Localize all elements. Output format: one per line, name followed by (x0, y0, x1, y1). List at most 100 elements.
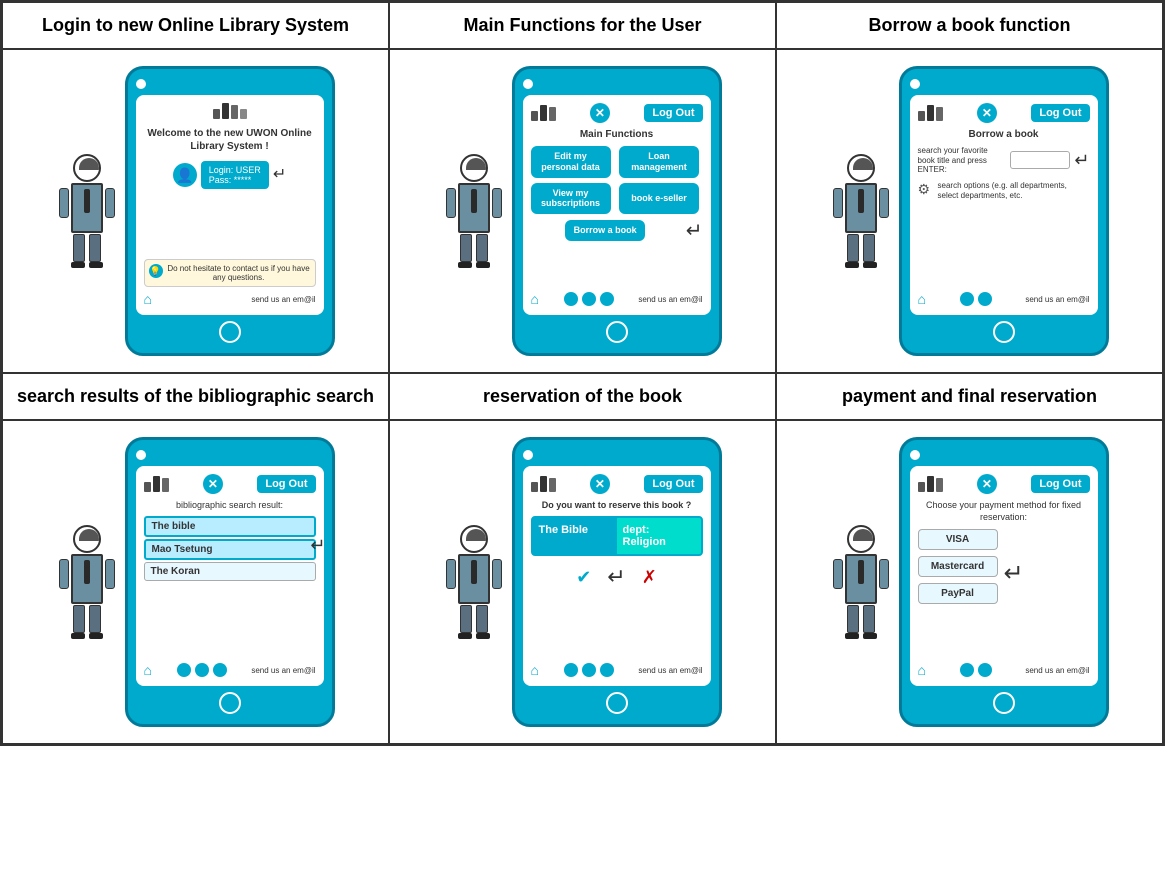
logout-btn-payment[interactable]: Log Out (1031, 475, 1089, 493)
person-main (444, 154, 504, 268)
dot2-reservation[interactable] (582, 663, 596, 677)
close-btn-borrow[interactable]: ✕ (977, 103, 997, 123)
login-input[interactable]: Login: USER Pass: ***** (201, 161, 269, 189)
result-item-0[interactable]: The bible (144, 516, 316, 537)
books-icon-main (531, 105, 556, 121)
cell-borrow-title: Borrow a book function (777, 3, 1162, 50)
person-borrow (831, 154, 891, 268)
person-legs-reservation (460, 605, 488, 633)
main-email[interactable]: send us an em@il (638, 295, 702, 304)
person-arm-right (105, 188, 115, 218)
cursor-search: ↵ (1074, 151, 1089, 169)
close-btn-search[interactable]: ✕ (203, 474, 223, 494)
tablet-home-button-borrow[interactable] (993, 321, 1015, 343)
dot1-main[interactable] (564, 292, 578, 306)
person-head-payment (847, 525, 875, 553)
dot3-reservation[interactable] (600, 663, 614, 677)
login-email[interactable]: send us an em@il (251, 295, 315, 304)
dot1-payment[interactable] (960, 663, 974, 677)
btn-loan-management[interactable]: Loan management (619, 146, 699, 178)
home-icon-search[interactable]: ⌂ (144, 662, 152, 678)
home-icon-reservation[interactable]: ⌂ (531, 662, 539, 678)
home-icon-borrow[interactable]: ⌂ (918, 291, 926, 307)
person-arm-right-payment (879, 559, 889, 589)
btn-view-subscriptions[interactable]: View my subscriptions (531, 183, 611, 215)
result-item-1[interactable]: Mao Tsetung (144, 539, 316, 560)
search-label: search your favorite book title and pres… (918, 146, 1007, 175)
person-head-borrow (847, 154, 875, 182)
cell-reservation: reservation of the book (389, 373, 776, 744)
btn-paypal[interactable]: PayPal (918, 583, 998, 604)
tablet-home-button-login[interactable] (219, 321, 241, 343)
result-item-2[interactable]: The Koran (144, 562, 316, 581)
person-leg-left-reservation (460, 605, 472, 633)
search-box[interactable] (1010, 151, 1070, 169)
btn-borrow-book-main[interactable]: Borrow a book (565, 220, 645, 241)
cursor-payment: ↵ (1004, 559, 1024, 588)
dot2-payment[interactable] (978, 663, 992, 677)
home-icon-payment[interactable]: ⌂ (918, 662, 926, 678)
tablet-home-button-reservation[interactable] (606, 692, 628, 714)
tablet-screen-reservation: ✕ Log Out Do you want to reserve this bo… (523, 466, 711, 686)
dot1-reservation[interactable] (564, 663, 578, 677)
tablet-home-button-payment[interactable] (993, 692, 1015, 714)
tablet-camera (136, 79, 146, 89)
person-arm-left-payment (833, 559, 843, 589)
person-leg-right-search (89, 605, 101, 633)
search-email[interactable]: send us an em@il (251, 666, 315, 675)
close-btn-reservation[interactable]: ✕ (590, 474, 610, 494)
tablet-home-button-main[interactable] (606, 321, 628, 343)
borrow-email[interactable]: send us an em@il (1025, 295, 1089, 304)
close-btn-payment[interactable]: ✕ (977, 474, 997, 494)
person-leg-right-main (476, 234, 488, 262)
person-head (73, 154, 101, 182)
btn-edit-personal[interactable]: Edit my personal data (531, 146, 611, 178)
logout-btn-reservation[interactable]: Log Out (644, 475, 702, 493)
person-arm-left-search (59, 559, 69, 589)
reservation-footer: ⌂ send us an em@il (531, 658, 703, 678)
cell-main-content: ✕ Log Out Main Functions Edit my persona… (390, 50, 775, 372)
dot2-main[interactable] (582, 292, 596, 306)
logout-btn-borrow[interactable]: Log Out (1031, 104, 1089, 122)
person-leg-right-borrow (863, 234, 875, 262)
dot2-search[interactable] (195, 663, 209, 677)
person-arms-reservation (446, 559, 502, 589)
btn-visa[interactable]: VISA (918, 529, 998, 550)
tablet-home-button-search[interactable] (219, 692, 241, 714)
dot3-main[interactable] (600, 292, 614, 306)
books-icon-payment (918, 476, 943, 492)
cancel-icon[interactable]: ✗ (642, 567, 657, 588)
cell-payment: payment and final reservation (776, 373, 1163, 744)
person-arm-left-borrow (833, 188, 843, 218)
tablet-bottom-reservation (606, 692, 628, 714)
tablet-header-payment: ✕ Log Out (918, 474, 1090, 494)
home-icon-login[interactable]: ⌂ (144, 291, 152, 307)
btn-book-eseller[interactable]: book e-seller (619, 183, 699, 215)
person-arms-borrow (833, 188, 889, 218)
close-btn-main[interactable]: ✕ (590, 103, 610, 123)
tablet-top-reservation (523, 450, 711, 460)
dot3-search[interactable] (213, 663, 227, 677)
payment-options-row: VISA Mastercard PayPal ↵ (918, 529, 1090, 607)
books-icon-reservation (531, 476, 556, 492)
cursor-reservation: ↵ (607, 564, 625, 590)
person-feet-search (71, 633, 103, 639)
btn-mastercard[interactable]: Mastercard (918, 556, 998, 577)
tablet-bottom-main (606, 321, 628, 343)
tablet-main: ✕ Log Out Main Functions Edit my persona… (512, 66, 722, 356)
home-icon-main[interactable]: ⌂ (531, 291, 539, 307)
person-foot-right-payment (863, 633, 877, 639)
payment-footer: ⌂ send us an em@il (918, 658, 1090, 678)
confirm-icon[interactable]: ✔ (576, 567, 591, 588)
logout-btn-main[interactable]: Log Out (644, 104, 702, 122)
book-dept-right: dept: Religion (617, 518, 701, 554)
payment-buttons: VISA Mastercard PayPal (918, 529, 998, 607)
payment-email[interactable]: send us an em@il (1025, 666, 1089, 675)
logout-btn-search[interactable]: Log Out (257, 475, 315, 493)
dot2-borrow[interactable] (978, 292, 992, 306)
search-row-borrow: search your favorite book title and pres… (918, 146, 1090, 175)
reservation-email[interactable]: send us an em@il (638, 666, 702, 675)
dot1-borrow[interactable] (960, 292, 974, 306)
dot1-search[interactable] (177, 663, 191, 677)
login-welcome-text: Welcome to the new UWON Online Library S… (144, 127, 316, 153)
